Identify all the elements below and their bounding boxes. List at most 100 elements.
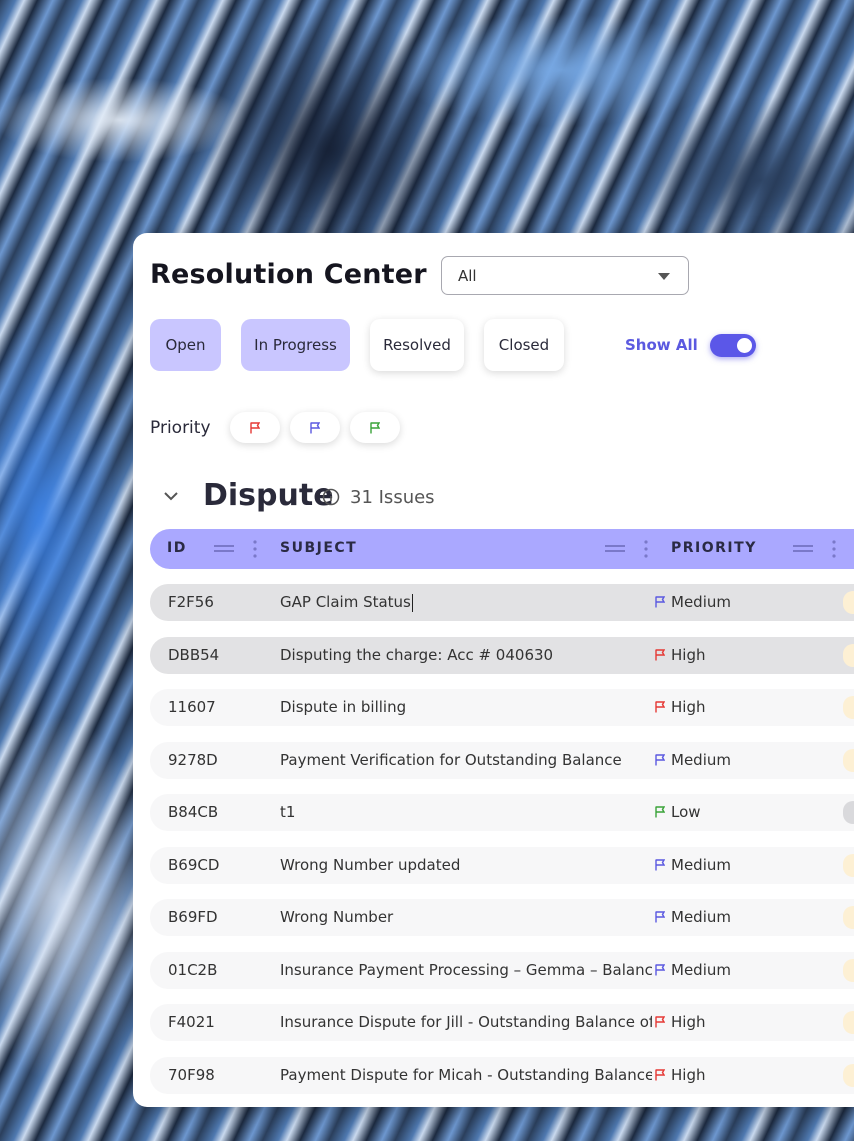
status-pill <box>843 696 854 719</box>
flag-icon <box>655 911 665 923</box>
cell-subject: GAP Claim Status <box>280 593 652 612</box>
priority-filter-medium[interactable] <box>290 412 340 443</box>
cell-id: 70F98 <box>168 1066 215 1084</box>
cell-subject: Payment Dispute for Micah - Outstanding … <box>280 1066 652 1084</box>
status-chip-label: In Progress <box>254 336 337 354</box>
status-pill <box>843 591 854 614</box>
flag-icon <box>655 649 665 661</box>
cell-id: F4021 <box>168 1013 215 1031</box>
flag-icon <box>250 421 260 433</box>
flag-icon <box>655 754 665 766</box>
priority-text: High <box>671 646 706 664</box>
cell-id: B69CD <box>168 856 220 874</box>
cell-subject: Insurance Payment Processing – Gemma – B… <box>280 961 652 979</box>
status-pill <box>843 959 854 982</box>
show-all-toggle[interactable] <box>710 334 756 357</box>
section-title: Dispute <box>203 478 334 513</box>
priority-text: High <box>671 698 706 716</box>
priority-filter-high[interactable] <box>230 412 280 443</box>
filter-select-value: All <box>458 266 477 285</box>
flag-icon <box>370 421 380 433</box>
table-row[interactable]: 9278D Payment Verification for Outstandi… <box>150 742 854 779</box>
table-row[interactable]: F4021 Insurance Dispute for Jill - Outst… <box>150 1004 854 1041</box>
table-row[interactable]: B69CD Wrong Number updated Medium <box>150 847 854 884</box>
cell-priority: Low <box>655 803 701 821</box>
flag-icon <box>655 859 665 871</box>
cell-priority: Medium <box>655 856 731 874</box>
table-row[interactable]: 11607 Dispute in billing High <box>150 689 854 726</box>
status-chip-label: Open <box>165 336 206 354</box>
status-chip-in-progress[interactable]: In Progress <box>241 319 350 371</box>
priority-filter-label: Priority <box>150 418 211 438</box>
priority-text: High <box>671 1013 706 1031</box>
status-pill <box>843 854 854 877</box>
table-row[interactable]: 01C2B Insurance Payment Processing – Gem… <box>150 952 854 989</box>
cell-subject: Insurance Dispute for Jill - Outstanding… <box>280 1013 652 1031</box>
column-header-subject[interactable]: SUBJECT <box>280 540 357 556</box>
issue-count: 31 Issues <box>350 487 435 508</box>
flag-icon <box>655 596 665 608</box>
cell-id: 11607 <box>168 698 216 716</box>
column-header-id[interactable]: ID <box>167 540 187 556</box>
priority-text: Medium <box>671 751 731 769</box>
flag-icon <box>655 701 665 713</box>
cell-priority: High <box>655 1066 705 1084</box>
cell-subject: Disputing the charge: Acc # 040630 <box>280 646 554 664</box>
page-title: Resolution Center <box>150 259 427 290</box>
info-icon[interactable] <box>322 488 340 506</box>
column-header-priority[interactable]: PRIORITY <box>671 540 757 556</box>
text-cursor <box>411 593 413 612</box>
cell-subject: Dispute in billing <box>280 698 407 716</box>
drag-handle-icon[interactable] <box>214 545 234 553</box>
flag-icon <box>655 1069 665 1081</box>
cell-priority: High <box>655 1013 705 1031</box>
table-header: ID SUBJECT PRIORITY <box>150 529 854 569</box>
resolution-center-panel: Resolution Center All Open In Progress R… <box>133 233 854 1107</box>
table-row[interactable]: 70F98 Payment Dispute for Micah - Outsta… <box>150 1057 854 1094</box>
cell-priority: Medium <box>655 593 731 611</box>
cell-priority: High <box>655 646 705 664</box>
column-menu-icon[interactable] <box>253 539 257 559</box>
priority-text: Low <box>671 803 701 821</box>
status-chip-open[interactable]: Open <box>150 319 221 371</box>
cell-priority: Medium <box>655 908 731 926</box>
priority-text: Medium <box>671 908 731 926</box>
flag-icon <box>655 1016 665 1028</box>
flag-icon <box>655 806 665 818</box>
column-menu-icon[interactable] <box>644 539 648 559</box>
cell-subject: t1 <box>280 803 296 821</box>
status-pill <box>843 1064 854 1087</box>
cell-subject-text: GAP Claim Status <box>280 593 411 611</box>
cell-subject: Wrong Number <box>280 908 394 926</box>
priority-text: Medium <box>671 961 731 979</box>
cell-id: F2F56 <box>168 593 214 611</box>
flag-icon <box>655 964 665 976</box>
flag-icon <box>310 421 320 433</box>
cell-priority: High <box>655 698 705 716</box>
table-row[interactable]: F2F56 GAP Claim Status Medium <box>150 584 854 621</box>
drag-handle-icon[interactable] <box>605 545 625 553</box>
cell-id: 01C2B <box>168 961 218 979</box>
table-row[interactable]: B69FD Wrong Number Medium <box>150 899 854 936</box>
status-chip-resolved[interactable]: Resolved <box>370 319 464 371</box>
status-pill <box>843 801 854 824</box>
status-pill <box>843 644 854 667</box>
status-pill <box>843 1011 854 1034</box>
column-menu-icon[interactable] <box>832 539 836 559</box>
status-chip-closed[interactable]: Closed <box>484 319 564 371</box>
table-row[interactable]: DBB54 Disputing the charge: Acc # 040630… <box>150 637 854 674</box>
drag-handle-icon[interactable] <box>793 545 813 553</box>
cell-subject: Wrong Number updated <box>280 856 461 874</box>
priority-text: Medium <box>671 856 731 874</box>
priority-filter-low[interactable] <box>350 412 400 443</box>
toggle-knob <box>737 338 752 353</box>
status-chip-label: Closed <box>498 336 550 354</box>
table-row[interactable]: B84CB t1 Low <box>150 794 854 831</box>
cell-id: DBB54 <box>168 646 220 664</box>
cell-id: B69FD <box>168 908 218 926</box>
cell-subject: Payment Verification for Outstanding Bal… <box>280 751 622 769</box>
chevron-down-icon[interactable] <box>163 488 179 504</box>
priority-text: Medium <box>671 593 731 611</box>
cell-id: B84CB <box>168 803 219 821</box>
filter-select[interactable]: All <box>441 256 689 295</box>
